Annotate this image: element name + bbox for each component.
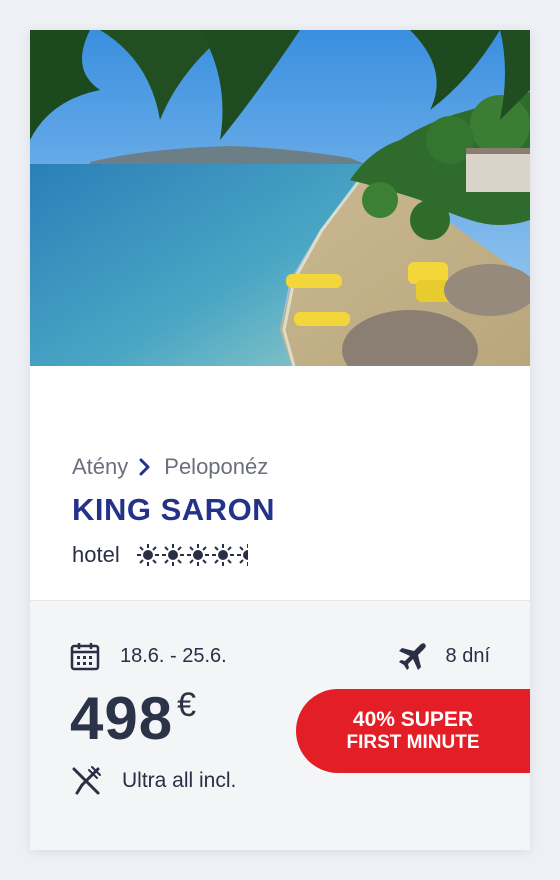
discount-badge: 40% SUPER FIRST MINUTE: [296, 689, 530, 773]
badge-line2: FIRST MINUTE: [346, 732, 480, 753]
sun-rating: [136, 543, 261, 567]
breadcrumb-from[interactable]: Atény: [72, 454, 128, 480]
dates-text: 18.6. - 25.6.: [120, 644, 227, 667]
price-currency: €: [177, 686, 197, 724]
board-type: Ultra all incl.: [70, 765, 236, 797]
hotel-type-row: hotel: [72, 542, 261, 568]
offer-details: 18.6. - 25.6. 8 dní 498 € Ultra all incl…: [30, 600, 530, 850]
sun-icon: [161, 544, 184, 566]
badge-line1: 40% SUPER: [352, 708, 474, 731]
sun-icon: [186, 544, 209, 566]
price-amount: 498: [70, 685, 174, 752]
sun-icon: [211, 544, 234, 566]
duration-text: 8 dní: [445, 644, 490, 667]
trip-duration: 8 dní: [398, 641, 490, 671]
breadcrumb: Atény Peloponéz: [72, 454, 268, 480]
hotel-photo: [30, 30, 530, 366]
travel-dates: 18.6. - 25.6.: [70, 641, 227, 671]
chevron-right-icon: [139, 458, 150, 476]
cutlery-icon: [72, 766, 101, 795]
sun-icon: [136, 544, 159, 566]
hotel-card[interactable]: Atény Peloponéz KING SARON hotel 18.6. -…: [30, 30, 530, 850]
price: 498 €: [70, 685, 196, 753]
calendar-icon: [70, 643, 100, 671]
plane-icon: [398, 643, 426, 670]
hotel-info: Atény Peloponéz KING SARON hotel: [30, 366, 530, 600]
breadcrumb-to[interactable]: Peloponéz: [164, 454, 268, 480]
hotel-type: hotel: [72, 542, 120, 567]
hotel-title[interactable]: KING SARON: [72, 492, 275, 528]
half-sun-icon: [236, 544, 248, 566]
board-text: Ultra all incl.: [122, 769, 237, 792]
